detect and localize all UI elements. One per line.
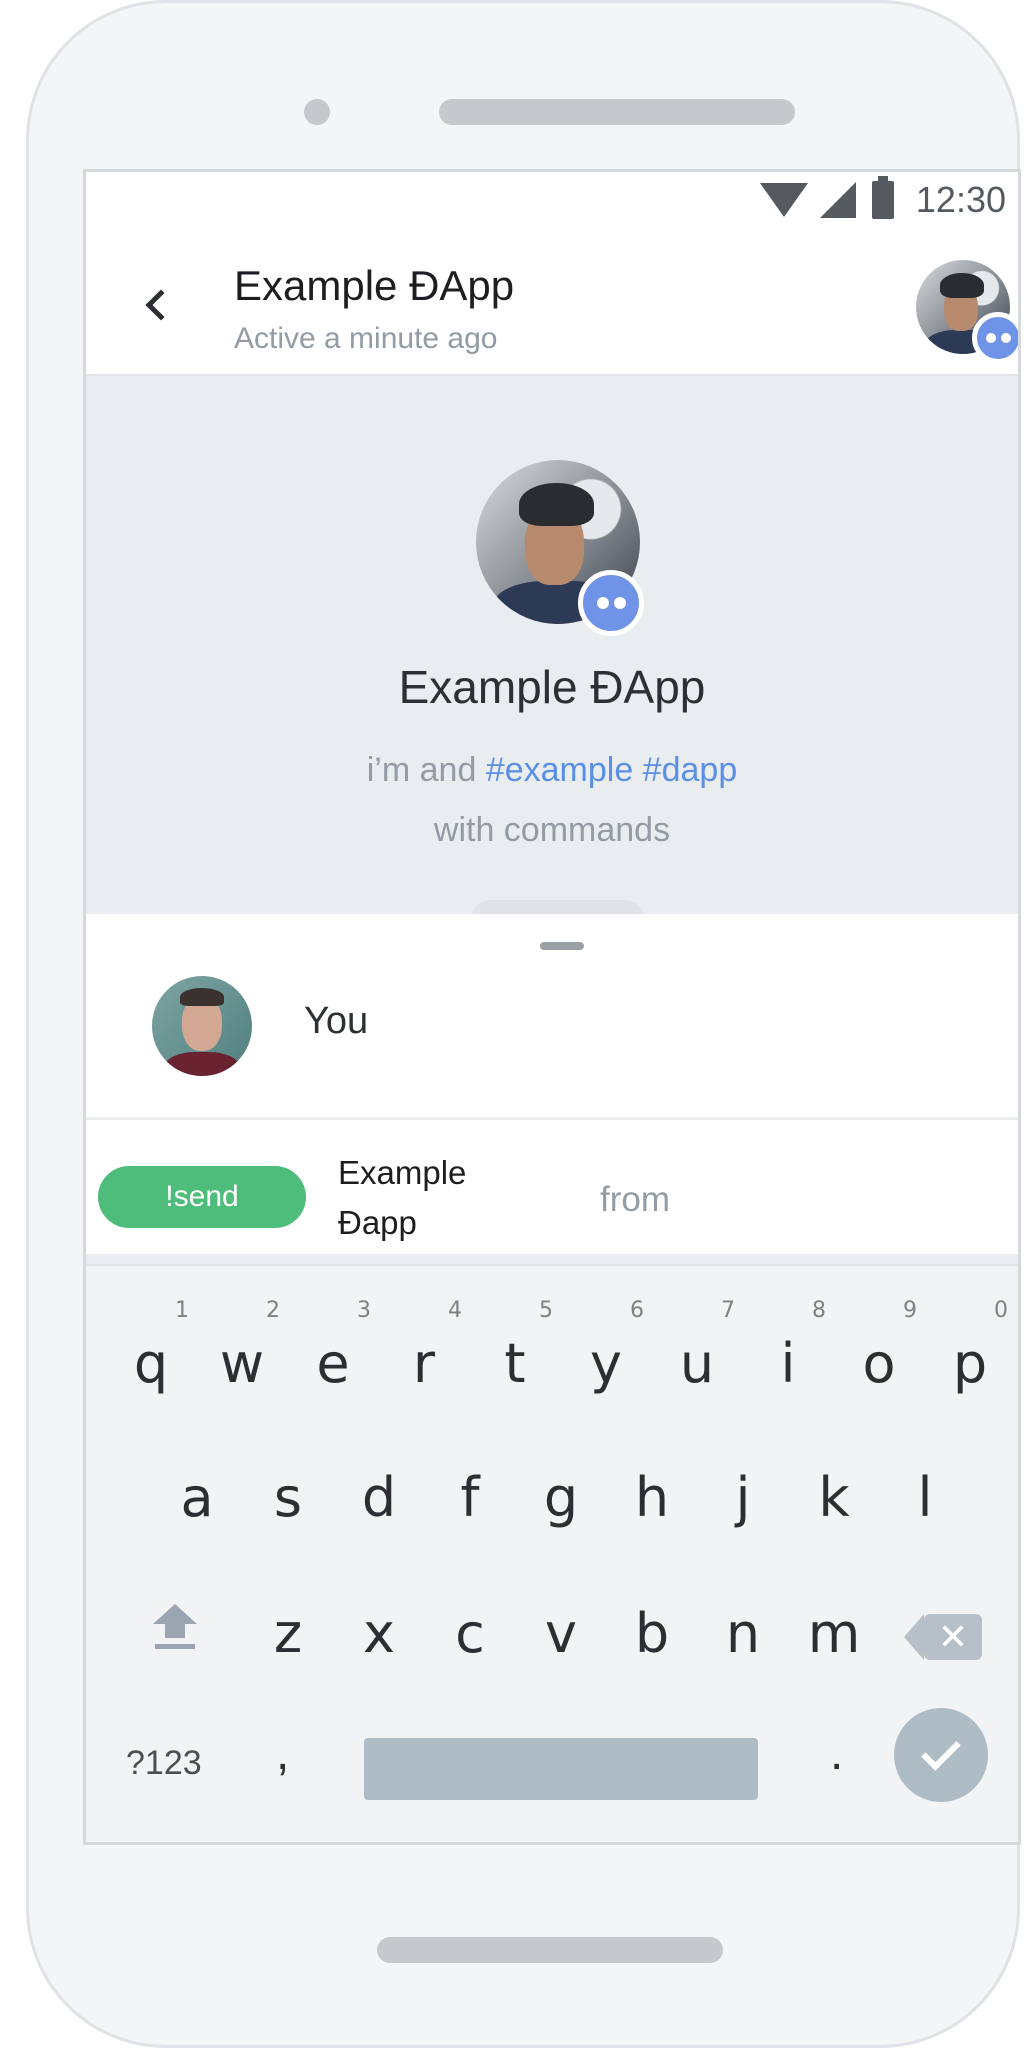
key-j[interactable]: j <box>703 1466 783 1529</box>
header-avatar[interactable] <box>916 260 1018 364</box>
key-i[interactable]: i8 <box>748 1298 828 1395</box>
key-m[interactable]: m <box>794 1602 874 1665</box>
key-s[interactable]: s <box>248 1466 328 1529</box>
key-y[interactable]: y6 <box>566 1298 646 1395</box>
send-command-pill[interactable]: !send <box>98 1166 306 1228</box>
period-key[interactable]: . <box>830 1726 843 1781</box>
chevron-left-icon <box>145 289 177 321</box>
status-time: 12:30 <box>915 179 1006 220</box>
soft-keyboard: q1 w2 e3 r4 t5 y6 u7 i8 o9 p0 a s d f g … <box>86 1264 1018 1842</box>
description-prefix: i’m and <box>366 751 486 789</box>
key-a[interactable]: a <box>157 1466 237 1529</box>
shift-key[interactable] <box>148 1604 202 1660</box>
key-k[interactable]: k <box>794 1466 874 1529</box>
symbols-key[interactable]: ?123 <box>126 1744 202 1783</box>
dapp-badge-icon <box>972 312 1018 364</box>
key-v[interactable]: v <box>521 1602 601 1665</box>
suggestions-sheet: You !send Example Đapp from <box>86 914 1018 1254</box>
chat-subtitle: Active a minute ago <box>234 322 498 355</box>
profile-name: Example ĐApp <box>398 661 706 713</box>
sheet-drag-handle[interactable] <box>540 942 584 950</box>
user-label: You <box>304 1000 369 1042</box>
home-indicator <box>377 1937 723 1963</box>
user-avatar <box>152 976 252 1076</box>
suggestion-row-user[interactable]: You <box>86 966 1018 1120</box>
key-q[interactable]: q1 <box>111 1298 191 1395</box>
status-bar: 12:30 <box>86 172 1018 228</box>
screen: 12:30 Example ĐApp Active a minute ago E… <box>83 169 1021 1845</box>
key-d[interactable]: d <box>339 1466 419 1529</box>
phone-frame: 12:30 Example ĐApp Active a minute ago E… <box>26 0 1021 2048</box>
key-x[interactable]: x <box>339 1602 419 1665</box>
key-t[interactable]: t5 <box>475 1298 555 1395</box>
key-r[interactable]: r4 <box>384 1298 464 1395</box>
battery-icon <box>871 176 894 219</box>
comma-key[interactable]: , <box>276 1726 289 1781</box>
delete-key[interactable]: ✕ <box>904 1614 982 1660</box>
chat-title: Example ĐApp <box>234 262 515 309</box>
shift-icon <box>148 1604 202 1649</box>
earpiece-speaker <box>439 99 795 125</box>
key-u[interactable]: u7 <box>657 1298 737 1395</box>
key-l[interactable]: l <box>885 1466 965 1529</box>
space-key[interactable] <box>364 1738 758 1800</box>
suggestion-row-command[interactable]: !send Example Đapp from <box>86 1120 1018 1266</box>
key-g[interactable]: g <box>521 1466 601 1529</box>
wifi-icon <box>759 183 808 217</box>
command-argument: from <box>600 1180 670 1219</box>
key-f[interactable]: f <box>430 1466 510 1529</box>
key-c[interactable]: c <box>430 1602 510 1665</box>
key-h[interactable]: h <box>612 1466 692 1529</box>
description-line2: with commands <box>433 811 671 849</box>
check-icon <box>921 1731 961 1771</box>
chat-header: Example ĐApp Active a minute ago <box>86 228 1018 376</box>
profile-avatar <box>476 460 644 636</box>
key-b[interactable]: b <box>612 1602 692 1665</box>
command-dapp-name: Example Đapp <box>338 1154 467 1241</box>
signal-icon <box>819 182 856 218</box>
profile-description: i’m and #example #dapp with commands <box>86 740 1018 860</box>
enter-key[interactable] <box>894 1708 988 1802</box>
dapp-badge-icon <box>578 570 644 636</box>
back-button[interactable] <box>136 280 177 330</box>
hashtag-links[interactable]: #example #dapp <box>486 751 737 789</box>
key-n[interactable]: n <box>703 1602 783 1665</box>
backspace-icon: ✕ <box>937 1616 969 1658</box>
front-camera <box>304 99 330 125</box>
key-p[interactable]: p0 <box>930 1298 1010 1395</box>
key-e[interactable]: e3 <box>293 1298 373 1395</box>
key-o[interactable]: o9 <box>839 1298 919 1395</box>
key-w[interactable]: w2 <box>202 1298 282 1395</box>
key-z[interactable]: z <box>248 1602 328 1665</box>
